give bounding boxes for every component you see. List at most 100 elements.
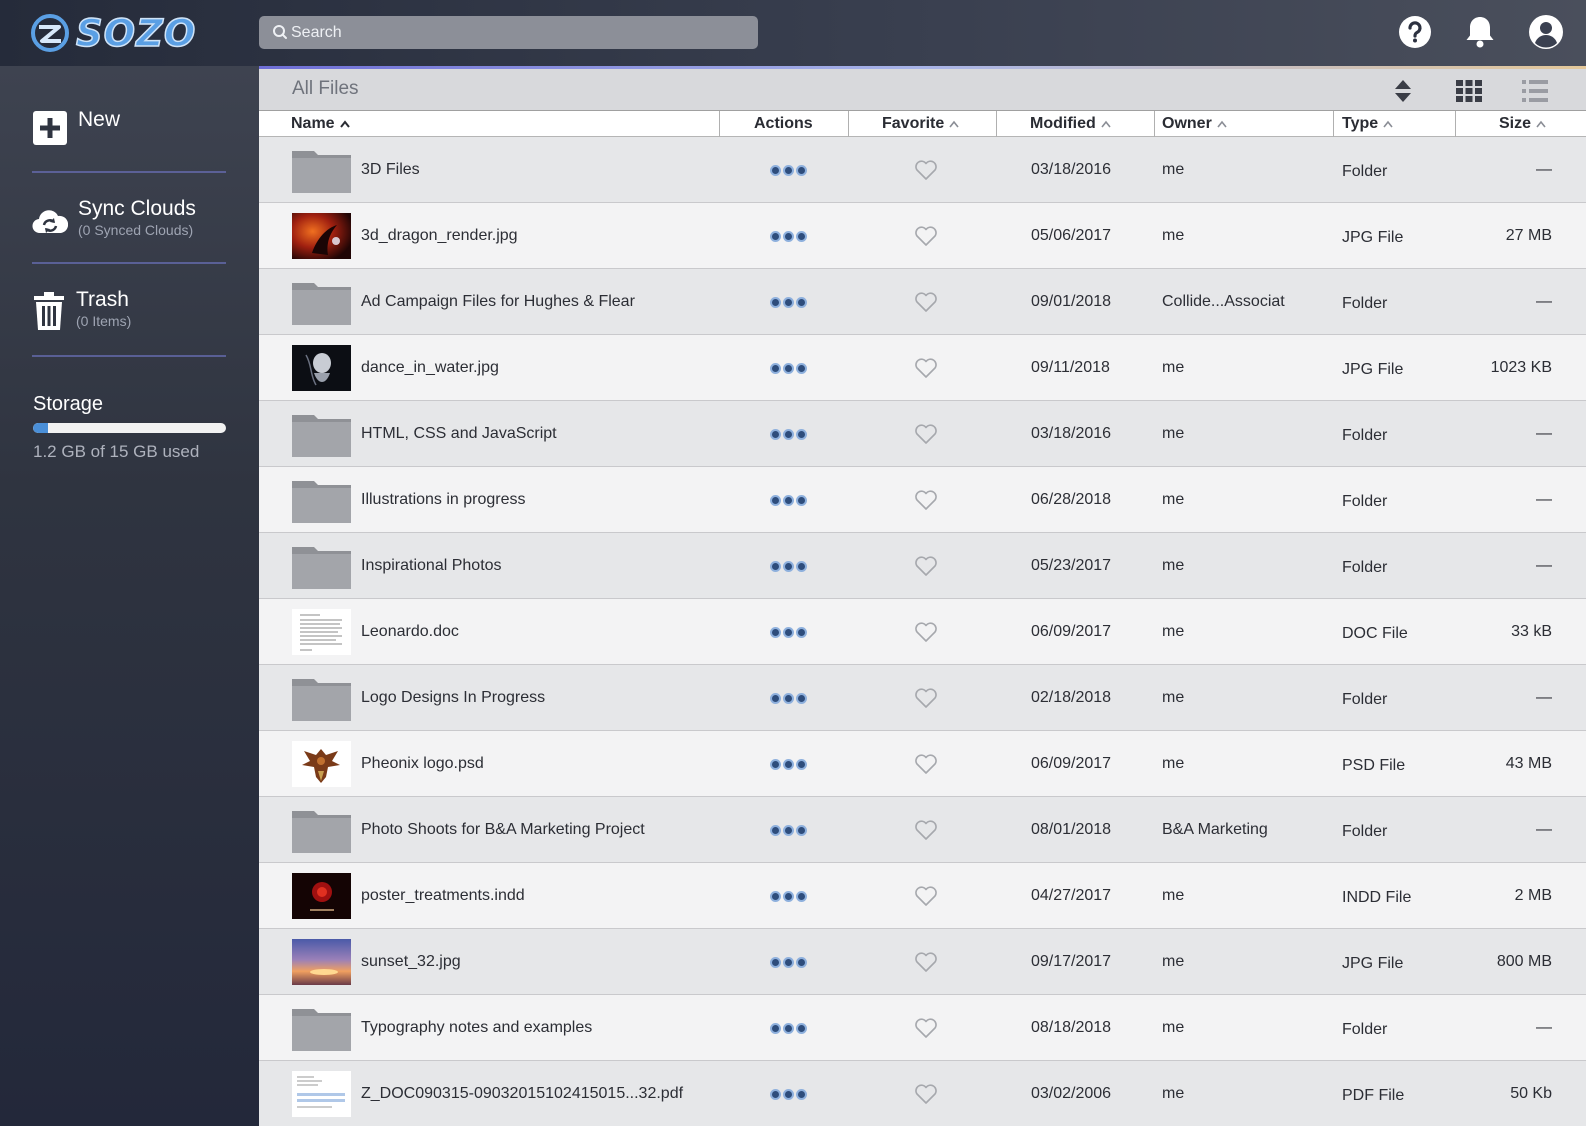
actions-menu-button[interactable] xyxy=(767,269,809,335)
file-row[interactable]: Leonardo.doc 06/09/2017 me DOC File 33 kB xyxy=(259,599,1586,665)
column-header-size[interactable]: Size xyxy=(1499,111,1546,137)
file-name[interactable]: Logo Designs In Progress xyxy=(361,665,545,731)
file-row[interactable]: Z_DOC090315-09032015102415015...32.pdf 03… xyxy=(259,1061,1586,1126)
actions-menu-button[interactable] xyxy=(767,335,809,401)
actions-menu-button[interactable] xyxy=(767,599,809,665)
file-name[interactable]: Ad Campaign Files for Hughes & Flear xyxy=(361,269,635,335)
column-actions-label: Actions xyxy=(754,115,813,132)
file-type: Folder xyxy=(1342,559,1388,576)
favorite-heart-icon[interactable] xyxy=(914,269,938,335)
column-header-name[interactable]: Name xyxy=(291,111,350,137)
file-row[interactable]: Inspirational Photos 05/23/2017 me Folder — xyxy=(259,533,1586,599)
sidebar-item-sync-clouds[interactable]: Sync Clouds (0 Synced Clouds) xyxy=(32,197,196,241)
actions-menu-button[interactable] xyxy=(767,797,809,863)
file-modified: 09/17/2017 xyxy=(1031,953,1112,970)
favorite-heart-icon[interactable] xyxy=(914,467,938,533)
actions-menu-button[interactable] xyxy=(767,203,809,269)
grid-view-icon[interactable] xyxy=(1454,77,1484,105)
sidebar-divider xyxy=(32,355,226,357)
file-row[interactable]: 3D Files 03/18/2016 me Folder — xyxy=(259,137,1586,203)
file-name[interactable]: 3D Files xyxy=(361,137,420,203)
favorite-heart-icon[interactable] xyxy=(914,401,938,467)
column-header-favorite[interactable]: Favorite xyxy=(882,111,959,137)
favorite-heart-icon[interactable] xyxy=(914,665,938,731)
file-row[interactable]: Illustrations in progress 06/28/2018 me Fol… xyxy=(259,467,1586,533)
favorite-heart-icon[interactable] xyxy=(914,1061,938,1126)
cloud-sync-icon xyxy=(32,210,68,234)
sidebar-item-trash[interactable]: Trash (0 Items) xyxy=(32,288,131,332)
actions-menu-button[interactable] xyxy=(767,929,809,995)
file-row[interactable]: dance_in_water.jpg 09/11/2018 me JPG File 10… xyxy=(259,335,1586,401)
file-name[interactable]: 3d_dragon_render.jpg xyxy=(361,203,518,269)
favorite-heart-icon[interactable] xyxy=(914,731,938,797)
file-modified: 05/23/2017 xyxy=(1031,557,1112,574)
file-name[interactable]: Typography notes and examples xyxy=(361,995,592,1061)
file-owner: me xyxy=(1162,491,1185,508)
file-type: JPG File xyxy=(1342,361,1404,378)
file-row[interactable]: sunset_32.jpg 09/17/2017 me JPG File 800 MB xyxy=(259,929,1586,995)
file-row[interactable]: 3d_dragon_render.jpg 05/06/2017 me JPG File… xyxy=(259,203,1586,269)
file-modified: 03/18/2016 xyxy=(1031,425,1112,442)
file-owner: me xyxy=(1162,161,1185,178)
actions-menu-button[interactable] xyxy=(767,863,809,929)
file-row[interactable]: Ad Campaign Files for Hughes & Flear 09/0… xyxy=(259,269,1586,335)
help-icon[interactable] xyxy=(1397,14,1433,50)
file-row[interactable]: Typography notes and examples 08/18/2018 m… xyxy=(259,995,1586,1061)
column-header-type[interactable]: Type xyxy=(1342,111,1393,137)
favorite-heart-icon[interactable] xyxy=(914,797,938,863)
favorite-heart-icon[interactable] xyxy=(914,137,938,203)
file-name[interactable]: Photo Shoots for B&A Marketing Project xyxy=(361,797,645,863)
sort-icon[interactable] xyxy=(1388,77,1418,105)
file-name[interactable]: Pheonix logo.psd xyxy=(361,731,484,797)
file-name[interactable]: sunset_32.jpg xyxy=(361,929,461,995)
image-thumbnail xyxy=(292,873,351,919)
column-header-modified[interactable]: Modified xyxy=(1030,111,1111,137)
file-name[interactable]: Leonardo.doc xyxy=(361,599,459,665)
actions-menu-button[interactable] xyxy=(767,1061,809,1126)
file-name[interactable]: Z_DOC090315-09032015102415015...32.pdf xyxy=(361,1061,683,1126)
new-label: New xyxy=(78,108,121,131)
file-type: Folder xyxy=(1342,823,1388,840)
file-name[interactable]: Inspirational Photos xyxy=(361,533,502,599)
folder-icon xyxy=(292,675,351,721)
favorite-heart-icon[interactable] xyxy=(914,599,938,665)
list-view-icon[interactable] xyxy=(1520,77,1550,105)
file-row[interactable]: Photo Shoots for B&A Marketing Project 08… xyxy=(259,797,1586,863)
file-row[interactable]: Pheonix logo.psd 06/09/2017 me PSD File 43 M… xyxy=(259,731,1586,797)
file-row[interactable]: HTML, CSS and JavaScript 03/18/2016 me Fold… xyxy=(259,401,1586,467)
new-button[interactable]: New xyxy=(32,108,120,146)
actions-menu-button[interactable] xyxy=(767,137,809,203)
actions-menu-button[interactable] xyxy=(767,401,809,467)
file-name[interactable]: dance_in_water.jpg xyxy=(361,335,499,401)
logo-text: SOZO xyxy=(75,11,197,56)
favorite-heart-icon[interactable] xyxy=(914,203,938,269)
actions-menu-button[interactable] xyxy=(767,467,809,533)
favorite-heart-icon[interactable] xyxy=(914,533,938,599)
actions-menu-button[interactable] xyxy=(767,731,809,797)
actions-menu-button[interactable] xyxy=(767,995,809,1061)
folder-icon xyxy=(292,543,351,589)
favorite-heart-icon[interactable] xyxy=(914,929,938,995)
actions-menu-button[interactable] xyxy=(767,533,809,599)
file-row[interactable]: Logo Designs In Progress 02/18/2018 me Fold… xyxy=(259,665,1586,731)
favorite-heart-icon[interactable] xyxy=(914,863,938,929)
file-name[interactable]: Illustrations in progress xyxy=(361,467,526,533)
file-row[interactable]: poster_treatments.indd 04/27/2017 me INDD F… xyxy=(259,863,1586,929)
more-dots-icon xyxy=(769,1088,807,1100)
column-header-owner[interactable]: Owner xyxy=(1162,111,1227,137)
file-name[interactable]: HTML, CSS and JavaScript xyxy=(361,401,557,467)
file-type: Folder xyxy=(1342,163,1388,180)
file-owner: me xyxy=(1162,359,1185,376)
user-avatar-icon[interactable] xyxy=(1528,14,1564,50)
favorite-heart-icon[interactable] xyxy=(914,995,938,1061)
search-bar[interactable] xyxy=(259,16,758,49)
sozo-logo[interactable]: SOZO xyxy=(30,11,197,56)
favorite-heart-icon[interactable] xyxy=(914,335,938,401)
file-size: — xyxy=(1536,689,1552,706)
search-input[interactable] xyxy=(291,23,758,42)
actions-menu-button[interactable] xyxy=(767,665,809,731)
bell-icon[interactable] xyxy=(1462,14,1498,50)
sync-clouds-subtitle: (0 Synced Clouds) xyxy=(78,222,194,238)
file-name[interactable]: poster_treatments.indd xyxy=(361,863,525,929)
file-size: 2 MB xyxy=(1514,887,1552,904)
